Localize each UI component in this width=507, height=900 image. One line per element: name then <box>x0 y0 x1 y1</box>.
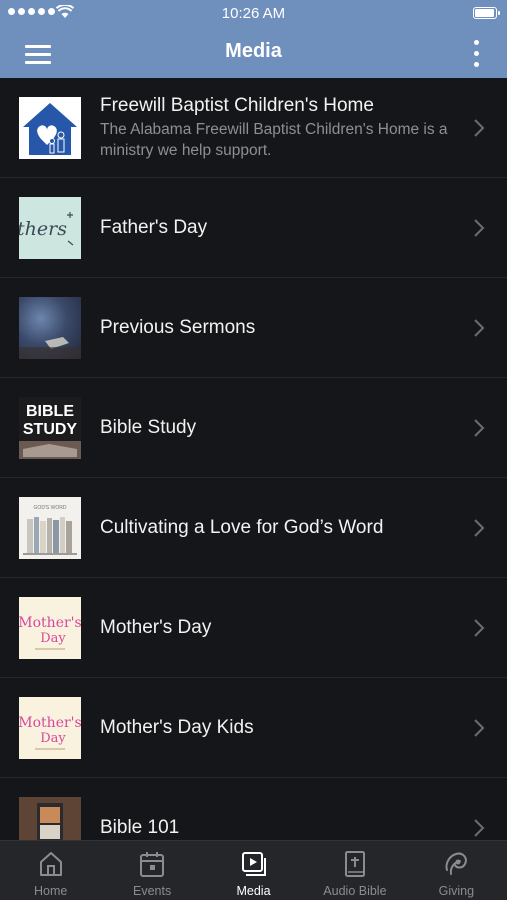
list-item[interactable]: Previous Sermons <box>0 278 507 378</box>
chevron-right-icon <box>474 819 485 837</box>
chevron-right-icon <box>474 619 485 637</box>
chevron-right-icon <box>474 219 485 237</box>
svg-text:BIBLE: BIBLE <box>26 403 74 420</box>
mothers-day-thumbnail: Mother's Day <box>19 597 81 659</box>
svg-text:Mother's: Mother's <box>19 715 81 731</box>
page-title: Media <box>225 40 282 62</box>
bible-study-thumbnail: BIBLE STUDY <box>19 397 81 459</box>
svg-text:Mother's: Mother's <box>19 615 81 631</box>
svg-text:thers: thers <box>19 218 67 240</box>
nav-bar: Media <box>0 28 507 78</box>
list-item-subtitle: The Alabama Freewill Baptist Children's … <box>100 121 448 159</box>
home-icon <box>39 852 62 876</box>
bible-icon <box>344 851 365 877</box>
svg-text:Day: Day <box>40 731 66 746</box>
list-item-title: Freewill Baptist Children's Home <box>100 95 374 116</box>
battery-icon <box>473 7 500 19</box>
svg-text:STUDY: STUDY <box>23 421 78 438</box>
tab-label: Events <box>133 884 172 898</box>
list-item[interactable]: Mother's Day Mother's Day Kids <box>0 678 507 778</box>
mothers-day-kids-thumbnail: Mother's Day <box>19 697 81 759</box>
bible-101-thumbnail <box>19 797 81 840</box>
list-item-title: Mother's Day Kids <box>100 717 254 738</box>
chevron-right-icon <box>474 119 485 137</box>
childrens-home-thumbnail <box>19 97 81 159</box>
list-item[interactable]: Bible 101 <box>0 778 507 840</box>
tab-home[interactable]: Home <box>0 841 101 900</box>
tab-label: Home <box>34 884 68 898</box>
list-item[interactable]: Mother's Day Mother's Day <box>0 578 507 678</box>
list-item-title: Bible Study <box>100 417 197 438</box>
tab-media[interactable]: Media <box>203 841 304 900</box>
chevron-right-icon <box>474 319 485 337</box>
more-options-icon[interactable] <box>473 40 481 68</box>
list-item[interactable]: BIBLE STUDY Bible Study <box>0 378 507 478</box>
svg-text:Day: Day <box>40 631 66 646</box>
media-list: Freewill Baptist Children's Home The Ala… <box>0 78 507 840</box>
svg-text:GOD'S WORD: GOD'S WORD <box>34 505 67 511</box>
list-item[interactable]: thers Father's Day <box>0 178 507 278</box>
tab-label: Media <box>236 884 271 898</box>
fathers-day-thumbnail: thers <box>19 197 81 259</box>
chevron-right-icon <box>474 719 485 737</box>
giving-icon <box>445 852 468 875</box>
tab-bar: Home Events Media Audio Bible Giving <box>0 840 507 900</box>
chevron-right-icon <box>474 419 485 437</box>
list-item-title: Previous Sermons <box>100 317 256 338</box>
list-item-title: Father's Day <box>100 217 208 238</box>
tab-events[interactable]: Events <box>101 841 202 900</box>
calendar-icon <box>140 852 165 877</box>
status-bar: 10:26 AM <box>0 0 507 28</box>
tab-label: Audio Bible <box>323 884 387 898</box>
previous-sermons-thumbnail <box>19 297 81 359</box>
status-time: 10:26 AM <box>221 5 286 22</box>
tab-label: Giving <box>438 884 475 898</box>
list-item-title: Cultivating a Love for God’s Word <box>100 517 384 538</box>
list-item-title: Mother's Day <box>100 617 212 638</box>
cultivating-thumbnail: GOD'S WORD <box>19 497 81 559</box>
media-icon <box>241 852 266 876</box>
tab-audio-bible[interactable]: Audio Bible <box>304 841 405 900</box>
list-item[interactable]: GOD'S WORD Cultivating a Love for God’s … <box>0 478 507 578</box>
list-item[interactable]: Freewill Baptist Children's Home The Ala… <box>0 78 507 178</box>
tab-giving[interactable]: Giving <box>406 841 507 900</box>
chevron-right-icon <box>474 519 485 537</box>
list-item-title: Bible 101 <box>100 817 180 838</box>
